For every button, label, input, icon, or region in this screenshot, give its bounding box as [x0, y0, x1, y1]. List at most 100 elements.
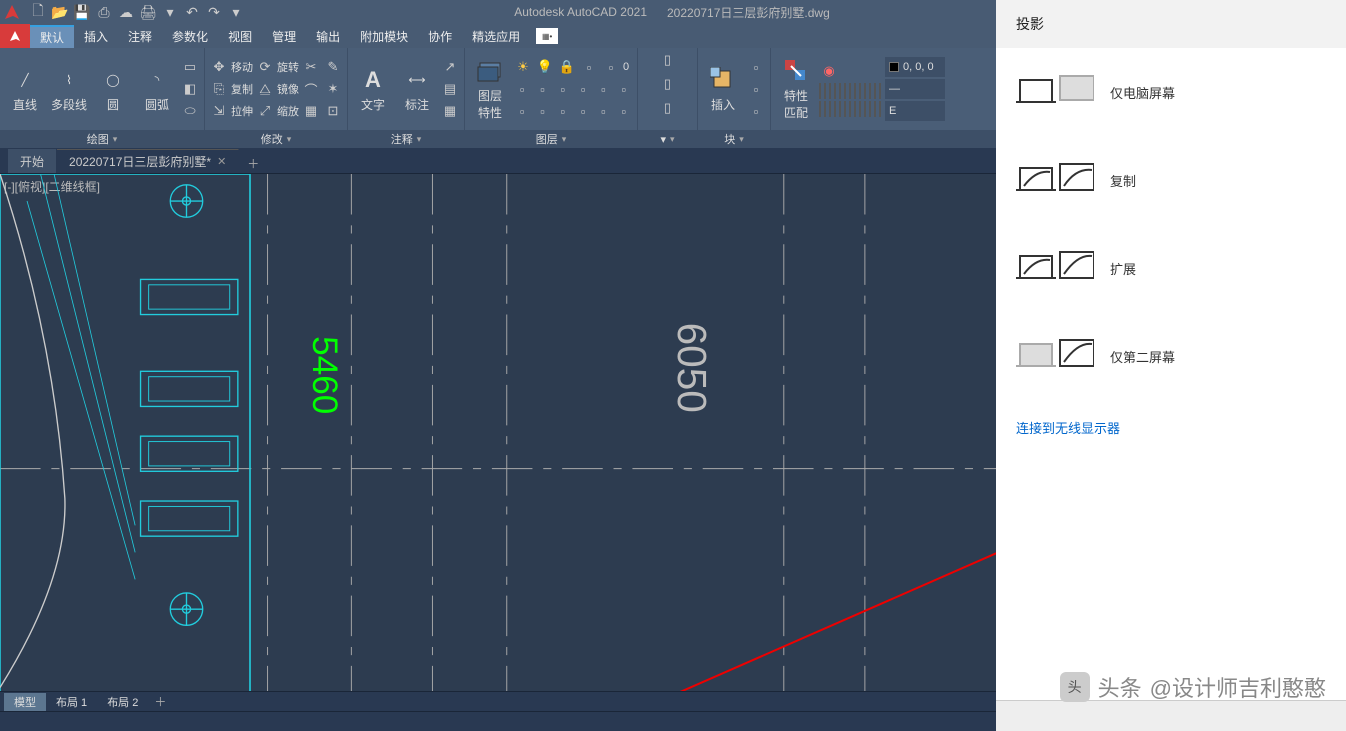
layout-add-button[interactable]: ＋: [148, 693, 172, 710]
color-select[interactable]: 0, 0, 0: [885, 57, 945, 77]
dim-5460: 5460: [305, 336, 344, 414]
panel-layer-title[interactable]: 图层: [465, 130, 637, 148]
bk2-icon[interactable]: ▫: [746, 79, 766, 99]
scale-icon[interactable]: ⤢: [255, 101, 275, 121]
ly1-icon[interactable]: ▫: [513, 79, 531, 99]
line-button[interactable]: ╱直线: [4, 66, 46, 113]
tab-insert[interactable]: 插入: [74, 26, 118, 47]
link-icon[interactable]: 🖨: [138, 2, 158, 22]
circle-button[interactable]: ◯圆: [92, 66, 134, 113]
cloud-icon[interactable]: ☁: [116, 2, 136, 22]
tab-addins[interactable]: 附加模块: [350, 26, 418, 47]
ellipse-icon[interactable]: ⬭: [180, 101, 200, 121]
table-icon[interactable]: ▤: [440, 79, 460, 99]
proj-extend[interactable]: 扩展: [996, 224, 1346, 312]
tab-collab[interactable]: 协作: [418, 26, 462, 47]
open-icon[interactable]: 📂: [50, 2, 70, 22]
array-icon[interactable]: ▦: [301, 101, 321, 121]
redo-icon[interactable]: ↷: [204, 2, 224, 22]
erase-icon[interactable]: ✎: [323, 57, 343, 77]
ly11-icon[interactable]: ▫: [594, 101, 612, 121]
lw-select[interactable]: —: [885, 79, 945, 99]
ly3-icon[interactable]: ▫: [554, 79, 572, 99]
util1-icon[interactable]: ▯: [658, 50, 678, 70]
tab-default[interactable]: 默认: [30, 25, 74, 48]
express-tools-icon[interactable]: ▦•: [536, 28, 558, 44]
layout-model[interactable]: 模型: [4, 693, 46, 711]
ly10-icon[interactable]: ▫: [574, 101, 592, 121]
proj-pc-only[interactable]: 仅电脑屏幕: [996, 48, 1346, 136]
rotate-icon[interactable]: ⟳: [255, 57, 275, 77]
saveall-icon[interactable]: ⎙: [94, 2, 114, 22]
panel-annot-title[interactable]: 注释: [348, 130, 464, 148]
polyline-button[interactable]: ⌇多段线: [48, 66, 90, 113]
field-icon[interactable]: ▦: [440, 101, 460, 121]
mirror-icon[interactable]: ⧋: [255, 79, 275, 99]
tab-output[interactable]: 输出: [306, 26, 350, 47]
ly7-icon[interactable]: ▫: [513, 101, 531, 121]
lineweight-icon[interactable]: [819, 83, 883, 99]
add-tab-button[interactable]: ＋: [243, 153, 263, 173]
util2-icon[interactable]: ▯: [658, 74, 678, 94]
proj-duplicate[interactable]: 复制: [996, 136, 1346, 224]
new-icon[interactable]: 🗋: [28, 2, 48, 22]
app-logo[interactable]: [0, 0, 24, 24]
insert-button[interactable]: 插入: [702, 66, 744, 113]
ly12-icon[interactable]: ▫: [615, 101, 633, 121]
match-props-button[interactable]: 特性 匹配: [775, 57, 817, 121]
layout-2[interactable]: 布局 2: [97, 693, 148, 711]
ly5-icon[interactable]: ▫: [594, 79, 612, 99]
arc-button[interactable]: ◝圆弧: [136, 66, 178, 113]
layer-props-button[interactable]: 图层 特性: [469, 57, 511, 121]
util3-icon[interactable]: ▯: [658, 98, 678, 118]
qat-drop-icon[interactable]: ▾: [226, 2, 246, 22]
move-icon[interactable]: ✥: [209, 57, 229, 77]
lt-select[interactable]: E: [885, 101, 945, 121]
ly4-icon[interactable]: ▫: [574, 79, 592, 99]
layer-sun-icon[interactable]: ☀: [513, 57, 533, 77]
bk3-icon[interactable]: ▫: [746, 101, 766, 121]
offset-icon[interactable]: ⊡: [323, 101, 343, 121]
ly9-icon[interactable]: ▫: [554, 101, 572, 121]
proj-extend-label: 扩展: [1110, 259, 1136, 278]
stretch-icon[interactable]: ⇲: [209, 101, 229, 121]
tab-featured[interactable]: 精选应用: [462, 26, 530, 47]
bk1-icon[interactable]: ▫: [746, 57, 766, 77]
copy-icon[interactable]: ⎘: [209, 79, 229, 99]
tab-parametric[interactable]: 参数化: [162, 26, 218, 47]
tab-annotate[interactable]: 注释: [118, 26, 162, 47]
save-icon[interactable]: 💾: [72, 2, 92, 22]
layer-lock-icon[interactable]: 🔒: [557, 57, 577, 77]
layer-more1-icon[interactable]: ▫: [579, 57, 599, 77]
hatch-icon[interactable]: ◧: [180, 79, 200, 99]
dim-button[interactable]: ⟷标注: [396, 66, 438, 113]
linetype-icon[interactable]: [819, 101, 883, 117]
ly8-icon[interactable]: ▫: [533, 101, 551, 121]
undo-icon[interactable]: ↶: [182, 2, 202, 22]
panel-block-title[interactable]: 块: [698, 130, 770, 148]
close-icon[interactable]: ✕: [217, 155, 226, 168]
wireless-display-link[interactable]: 连接到无线显示器: [996, 400, 1346, 455]
leader-icon[interactable]: ↗: [440, 57, 460, 77]
layer-more2-icon[interactable]: ▫: [601, 57, 621, 77]
ly2-icon[interactable]: ▫: [533, 79, 551, 99]
tab-start[interactable]: 开始: [8, 149, 57, 173]
tab-view[interactable]: 视图: [218, 26, 262, 47]
print-icon[interactable]: ▾: [160, 2, 180, 22]
ly6-icon[interactable]: ▫: [615, 79, 633, 99]
panel-draw-title[interactable]: 绘图: [0, 130, 204, 148]
panel-util-title[interactable]: ▾: [638, 130, 697, 148]
fillet-icon[interactable]: ⌒: [301, 79, 321, 99]
proj-second-only[interactable]: 仅第二屏幕: [996, 312, 1346, 400]
layout-1[interactable]: 布局 1: [46, 693, 97, 711]
trim-icon[interactable]: ✂: [301, 57, 321, 77]
tab-manage[interactable]: 管理: [262, 26, 306, 47]
rect-icon[interactable]: ▭: [180, 57, 200, 77]
tab-active-doc[interactable]: 20220717日三层彭府别墅* ✕: [57, 149, 239, 173]
app-menu-button[interactable]: [0, 24, 30, 48]
color-wheel-icon[interactable]: ◉: [819, 61, 839, 81]
layer-bulb-icon[interactable]: 💡: [535, 57, 555, 77]
panel-modify-title[interactable]: 修改: [205, 130, 347, 148]
explode-icon[interactable]: ✶: [323, 79, 343, 99]
text-button[interactable]: A文字: [352, 66, 394, 113]
